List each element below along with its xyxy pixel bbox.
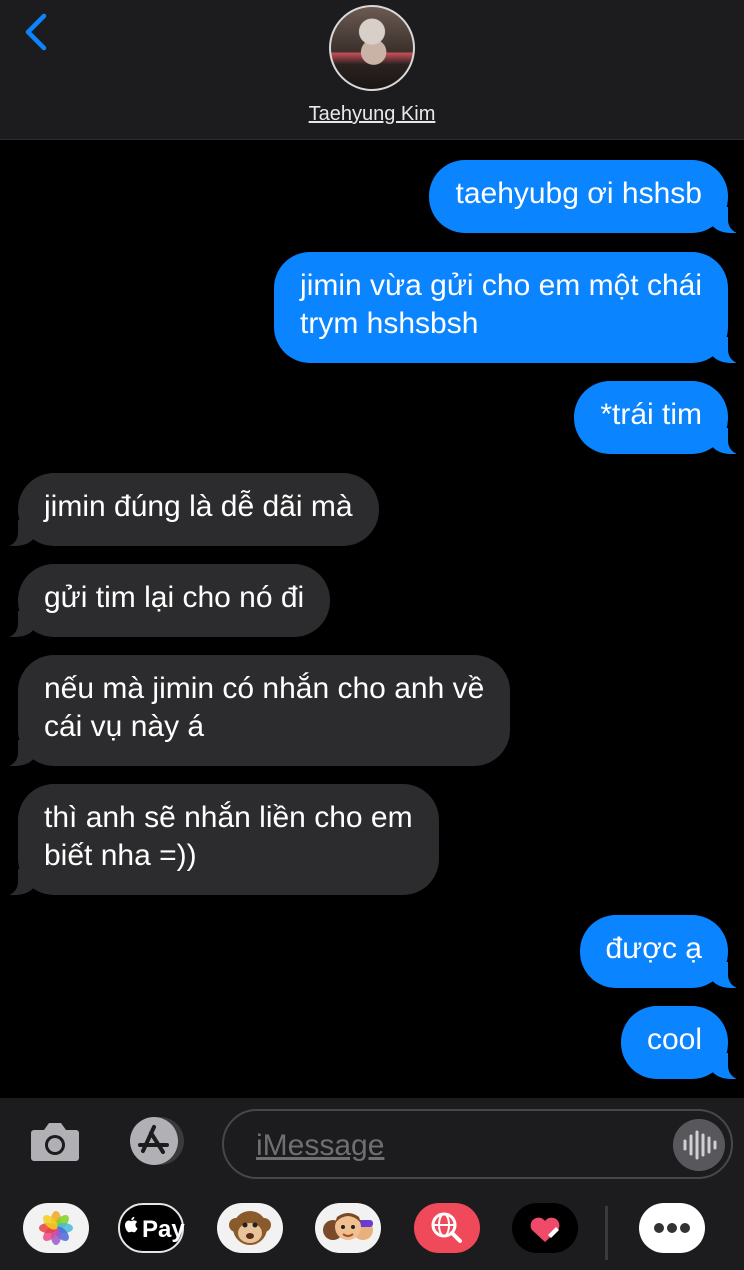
message-bubble-outgoing[interactable]: *trái tim bbox=[574, 381, 744, 455]
message-text: cool bbox=[646, 1023, 702, 1056]
drawer-divider bbox=[605, 1206, 608, 1260]
message-bubble-incoming[interactable]: thì anh sẽ nhắn liền cho em biết nha =)) bbox=[0, 784, 439, 896]
message-input[interactable]: iMessage bbox=[222, 1109, 733, 1179]
message-bubble-incoming[interactable]: nếu mà jimin có nhắn cho anh về cái vụ n… bbox=[0, 655, 511, 767]
message-bubble-outgoing[interactable]: taehyubg ơi hshsb bbox=[429, 160, 744, 234]
message-bubble-incoming[interactable]: gửi tim lại cho nó đi bbox=[0, 564, 331, 638]
message-text: *trái tim bbox=[600, 398, 702, 431]
message-text: trym hshsbsh bbox=[300, 307, 479, 340]
message-input-placeholder: iMessage bbox=[256, 1129, 385, 1162]
camera-icon[interactable] bbox=[30, 1118, 80, 1164]
message-bubble-outgoing[interactable]: được ạ bbox=[579, 915, 744, 989]
message-text: biết nha =)) bbox=[44, 839, 197, 872]
audio-waveform-icon[interactable] bbox=[673, 1119, 725, 1171]
more-apps-icon[interactable] bbox=[639, 1203, 705, 1253]
apple-pay-label: Pay bbox=[142, 1216, 185, 1243]
monkey-animoji-icon[interactable] bbox=[217, 1203, 283, 1253]
message-bubble-incoming[interactable]: jimin đúng là dễ dãi mà bbox=[0, 473, 379, 547]
compose-bar: iMessage bbox=[0, 1098, 744, 1188]
conversation-header: Taehyung Kim bbox=[0, 0, 744, 140]
contact-name[interactable]: Taehyung Kim bbox=[0, 103, 744, 126]
photos-icon[interactable] bbox=[23, 1203, 89, 1253]
message-thread[interactable]: taehyubg ơi hshsb jimin vừa gửi cho em m… bbox=[0, 140, 744, 1098]
message-text: taehyubg ơi hshsb bbox=[455, 177, 702, 210]
contact-avatar[interactable] bbox=[329, 5, 415, 91]
message-bubble-outgoing[interactable]: jimin vừa gửi cho em một chái trym hshsb… bbox=[274, 252, 744, 364]
chevron-left-icon[interactable] bbox=[22, 10, 56, 54]
memoji-stickers-icon[interactable] bbox=[315, 1203, 381, 1253]
message-bubble-outgoing[interactable]: cool bbox=[620, 1006, 744, 1080]
apple-pay-icon[interactable]: Pay bbox=[118, 1203, 185, 1253]
app-drawer: Pay bbox=[0, 1188, 744, 1270]
message-text: cái vụ này á bbox=[44, 710, 205, 743]
app-store-icon[interactable] bbox=[124, 1116, 188, 1166]
message-text: jimin vừa gửi cho em một chái bbox=[300, 269, 702, 302]
message-text: jimin đúng là dễ dãi mà bbox=[44, 490, 353, 523]
message-text: thì anh sẽ nhắn liền cho em bbox=[44, 801, 413, 834]
apple-logo-icon bbox=[125, 1216, 138, 1233]
digital-touch-icon[interactable] bbox=[512, 1203, 578, 1253]
message-text: gửi tim lại cho nó đi bbox=[44, 581, 305, 614]
message-text: được ạ bbox=[605, 932, 702, 965]
web-images-search-icon[interactable] bbox=[414, 1203, 480, 1253]
message-text: nếu mà jimin có nhắn cho anh về bbox=[44, 672, 485, 705]
